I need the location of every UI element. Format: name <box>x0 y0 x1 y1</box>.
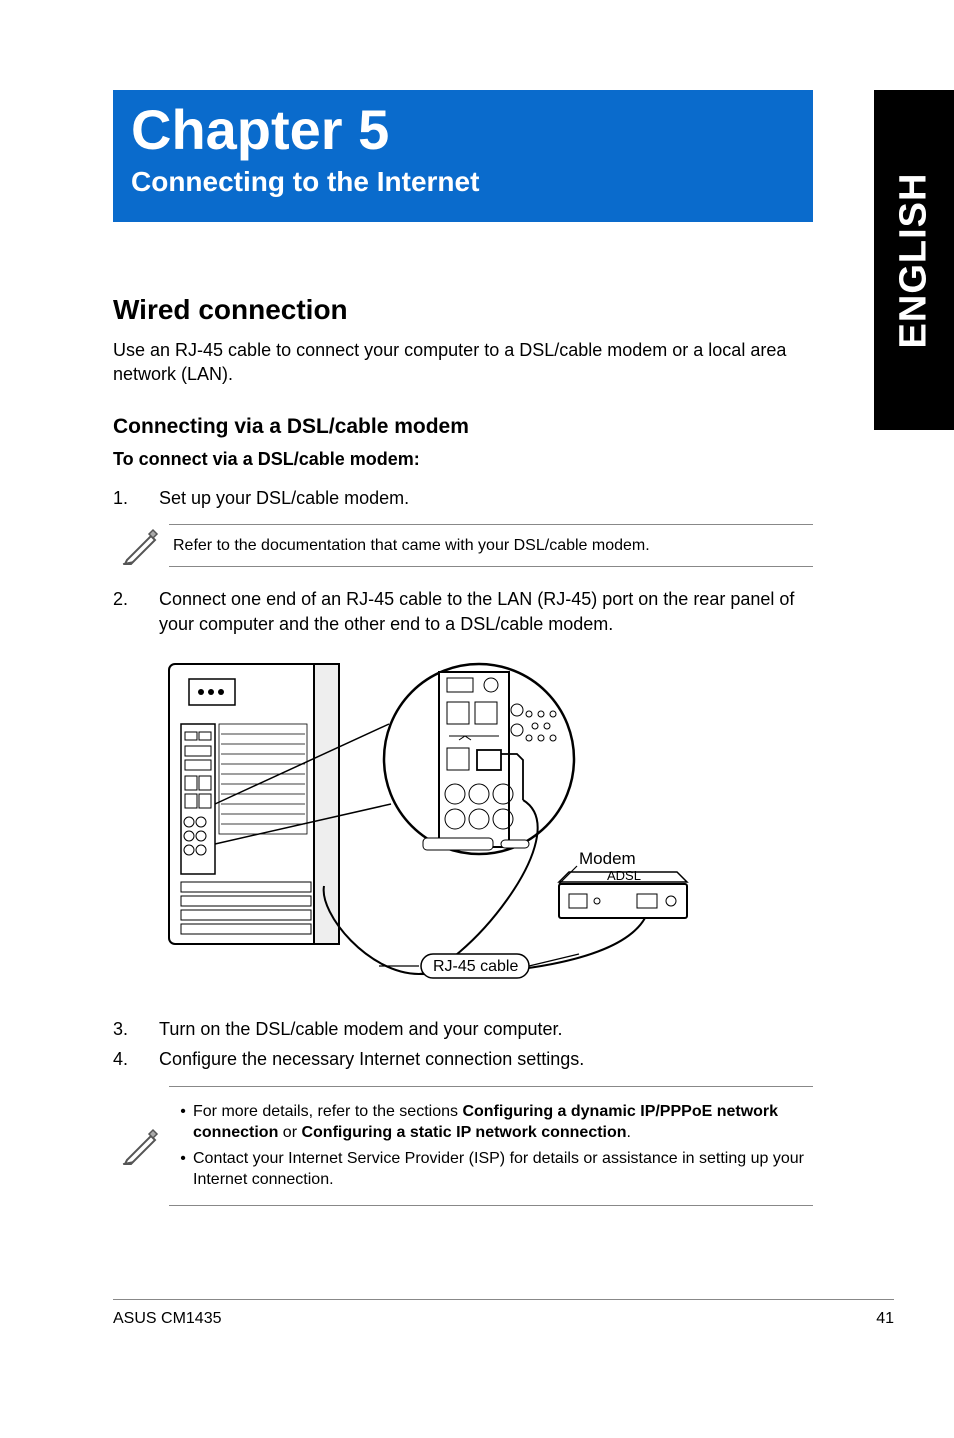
figure-modem-label: Modem <box>579 849 636 868</box>
section-heading: Wired connection <box>113 294 813 326</box>
chapter-header: Chapter 5 Connecting to the Internet <box>113 90 813 222</box>
step-number: 2. <box>113 587 159 636</box>
b1-pre: For more details, refer to the sections <box>193 1103 462 1120</box>
step-3: 3. Turn on the DSL/cable modem and your … <box>113 1017 813 1041</box>
footer-model: ASUS CM1435 <box>113 1310 222 1328</box>
b1-post: . <box>627 1124 631 1141</box>
step-text: Turn on the DSL/cable modem and your com… <box>159 1017 813 1041</box>
step-2: 2. Connect one end of an RJ-45 cable to … <box>113 587 813 636</box>
b1-mid: or <box>278 1124 301 1141</box>
content-area: Wired connection Use an RJ-45 cable to c… <box>113 280 813 1226</box>
pencil-note-icon <box>113 1126 169 1166</box>
step-number: 4. <box>113 1047 159 1071</box>
figure-svg: ADSL Modem RJ-45 cable <box>159 654 689 994</box>
footer-page-number: 41 <box>876 1310 894 1328</box>
note-2-bullet-2: • Contact your Internet Service Provider… <box>173 1148 809 1191</box>
note-content: Refer to the documentation that came wit… <box>169 524 813 568</box>
figure-modem-small-label: ADSL <box>607 868 641 883</box>
language-tab-label: ENGLISH <box>893 172 936 348</box>
page: ENGLISH Chapter 5 Connecting to the Inte… <box>0 0 954 1438</box>
pencil-note-icon <box>113 526 169 566</box>
b1-bold2: Configuring a static IP network connecti… <box>301 1124 626 1141</box>
note-1: Refer to the documentation that came wit… <box>113 524 813 568</box>
step-4: 4. Configure the necessary Internet conn… <box>113 1047 813 1071</box>
note-2-bullet-1: • For more details, refer to the section… <box>173 1101 809 1144</box>
chapter-subtitle: Connecting to the Internet <box>131 166 795 198</box>
connection-figure: ADSL Modem RJ-45 cable <box>159 654 813 999</box>
figure-cable-label: RJ-45 cable <box>433 958 518 975</box>
step-text: Connect one end of an RJ-45 cable to the… <box>159 587 813 636</box>
bullet-text: Contact your Internet Service Provider (… <box>193 1148 809 1191</box>
step-text: Configure the necessary Internet connect… <box>159 1047 813 1071</box>
step-1: 1. Set up your DSL/cable modem. <box>113 486 813 510</box>
step-number: 1. <box>113 486 159 510</box>
step-number: 3. <box>113 1017 159 1041</box>
bullet-dot: • <box>173 1148 193 1191</box>
note-1-text: Refer to the documentation that came wit… <box>173 535 809 557</box>
procedure-heading: To connect via a DSL/cable modem: <box>113 449 813 470</box>
note-2: • For more details, refer to the section… <box>113 1086 813 1206</box>
step-text: Set up your DSL/cable modem. <box>159 486 813 510</box>
chapter-title: Chapter 5 <box>131 98 795 162</box>
note-content: • For more details, refer to the section… <box>169 1086 813 1206</box>
bullet-text: For more details, refer to the sections … <box>193 1101 809 1144</box>
bullet-dot: • <box>173 1101 193 1144</box>
section-intro: Use an RJ-45 cable to connect your compu… <box>113 338 813 387</box>
page-footer: ASUS CM1435 41 <box>113 1299 894 1328</box>
subsection-heading: Connecting via a DSL/cable modem <box>113 415 813 439</box>
language-tab: ENGLISH <box>874 90 954 430</box>
